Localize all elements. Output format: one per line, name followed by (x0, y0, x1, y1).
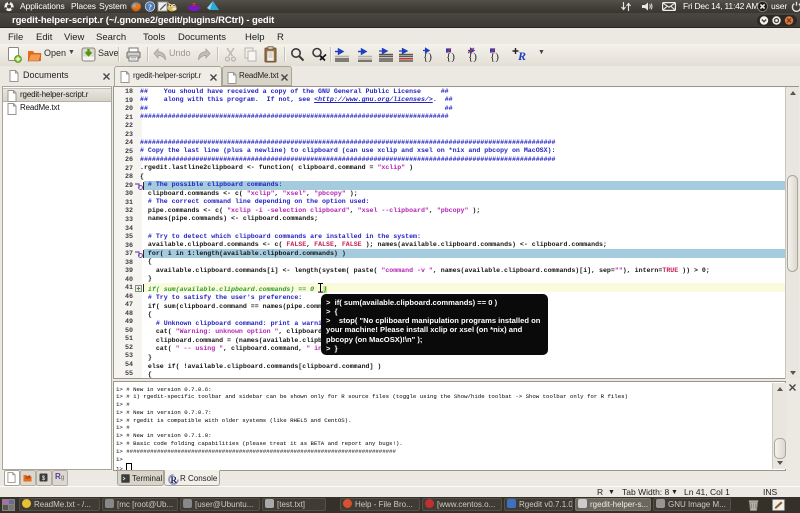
svg-text:?: ? (148, 2, 152, 11)
svg-text:R: R (171, 475, 178, 485)
svg-text:{): {) (468, 51, 477, 62)
svg-text:$: $ (42, 475, 46, 482)
svg-text:{): {) (423, 51, 432, 62)
svg-text:R: R (517, 49, 526, 62)
